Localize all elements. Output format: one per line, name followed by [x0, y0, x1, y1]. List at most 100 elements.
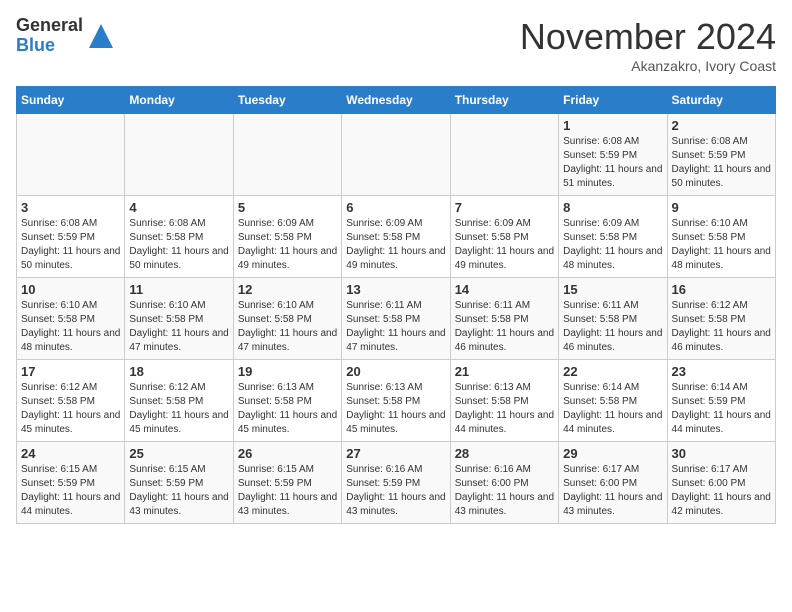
day-info: Sunrise: 6:14 AM Sunset: 5:59 PM Dayligh…	[672, 381, 771, 437]
day-number: 12	[238, 282, 337, 297]
day-info: Sunrise: 6:11 AM Sunset: 5:58 PM Dayligh…	[346, 299, 445, 355]
day-info: Sunrise: 6:10 AM Sunset: 5:58 PM Dayligh…	[238, 299, 337, 355]
title-block: November 2024 Akanzakro, Ivory Coast	[520, 16, 776, 74]
day-number: 25	[129, 446, 228, 461]
calendar-day-cell: 8 Sunrise: 6:09 AM Sunset: 5:58 PM Daylig…	[559, 196, 667, 278]
day-info: Sunrise: 6:09 AM Sunset: 5:58 PM Dayligh…	[455, 217, 554, 273]
days-of-week-row: SundayMondayTuesdayWednesdayThursdayFrid…	[17, 87, 776, 114]
calendar-day-cell: 12 Sunrise: 6:10 AM Sunset: 5:58 PM Dayli…	[233, 278, 341, 360]
day-info: Sunrise: 6:10 AM Sunset: 5:58 PM Dayligh…	[672, 217, 771, 273]
month-title: November 2024	[520, 16, 776, 58]
day-number: 19	[238, 364, 337, 379]
day-of-week-header: Wednesday	[342, 87, 450, 114]
day-info: Sunrise: 6:17 AM Sunset: 6:00 PM Dayligh…	[672, 463, 771, 519]
calendar-day-cell: 19 Sunrise: 6:13 AM Sunset: 5:58 PM Dayli…	[233, 360, 341, 442]
calendar-table: SundayMondayTuesdayWednesdayThursdayFrid…	[16, 86, 776, 524]
day-info: Sunrise: 6:14 AM Sunset: 5:58 PM Dayligh…	[563, 381, 662, 437]
day-of-week-header: Saturday	[667, 87, 775, 114]
calendar-header: SundayMondayTuesdayWednesdayThursdayFrid…	[17, 87, 776, 114]
calendar-day-cell: 29 Sunrise: 6:17 AM Sunset: 6:00 PM Dayli…	[559, 442, 667, 524]
day-number: 22	[563, 364, 662, 379]
day-info: Sunrise: 6:11 AM Sunset: 5:58 PM Dayligh…	[455, 299, 554, 355]
page-header: General Blue November 2024 Akanzakro, Iv…	[16, 16, 776, 74]
day-number: 30	[672, 446, 771, 461]
calendar-week-row: 10 Sunrise: 6:10 AM Sunset: 5:58 PM Dayli…	[17, 278, 776, 360]
location-subtitle: Akanzakro, Ivory Coast	[520, 58, 776, 74]
calendar-week-row: 3 Sunrise: 6:08 AM Sunset: 5:59 PM Daylig…	[17, 196, 776, 278]
day-number: 3	[21, 200, 120, 215]
day-number: 11	[129, 282, 228, 297]
day-info: Sunrise: 6:16 AM Sunset: 6:00 PM Dayligh…	[455, 463, 554, 519]
day-info: Sunrise: 6:10 AM Sunset: 5:58 PM Dayligh…	[21, 299, 120, 355]
calendar-day-cell	[17, 114, 125, 196]
calendar-day-cell: 30 Sunrise: 6:17 AM Sunset: 6:00 PM Dayli…	[667, 442, 775, 524]
calendar-day-cell: 2 Sunrise: 6:08 AM Sunset: 5:59 PM Daylig…	[667, 114, 775, 196]
day-number: 1	[563, 118, 662, 133]
day-info: Sunrise: 6:08 AM Sunset: 5:59 PM Dayligh…	[21, 217, 120, 273]
calendar-day-cell: 3 Sunrise: 6:08 AM Sunset: 5:59 PM Daylig…	[17, 196, 125, 278]
day-info: Sunrise: 6:12 AM Sunset: 5:58 PM Dayligh…	[129, 381, 228, 437]
day-info: Sunrise: 6:17 AM Sunset: 6:00 PM Dayligh…	[563, 463, 662, 519]
day-info: Sunrise: 6:09 AM Sunset: 5:58 PM Dayligh…	[238, 217, 337, 273]
day-info: Sunrise: 6:08 AM Sunset: 5:58 PM Dayligh…	[129, 217, 228, 273]
day-number: 26	[238, 446, 337, 461]
day-of-week-header: Thursday	[450, 87, 558, 114]
calendar-day-cell	[125, 114, 233, 196]
calendar-day-cell: 26 Sunrise: 6:15 AM Sunset: 5:59 PM Dayli…	[233, 442, 341, 524]
calendar-week-row: 17 Sunrise: 6:12 AM Sunset: 5:58 PM Dayli…	[17, 360, 776, 442]
logo: General Blue	[16, 16, 115, 56]
logo-general-text: General	[16, 16, 83, 36]
calendar-day-cell: 17 Sunrise: 6:12 AM Sunset: 5:58 PM Dayli…	[17, 360, 125, 442]
calendar-day-cell	[450, 114, 558, 196]
calendar-day-cell: 25Sunrise: 6:15 AM Sunset: 5:59 PM Dayli…	[125, 442, 233, 524]
calendar-body: 1 Sunrise: 6:08 AM Sunset: 5:59 PM Daylig…	[17, 114, 776, 524]
day-of-week-header: Sunday	[17, 87, 125, 114]
calendar-week-row: 1 Sunrise: 6:08 AM Sunset: 5:59 PM Daylig…	[17, 114, 776, 196]
day-number: 2	[672, 118, 771, 133]
calendar-day-cell: 24Sunrise: 6:15 AM Sunset: 5:59 PM Dayli…	[17, 442, 125, 524]
day-number: 6	[346, 200, 445, 215]
day-number: 8	[563, 200, 662, 215]
calendar-day-cell: 1 Sunrise: 6:08 AM Sunset: 5:59 PM Daylig…	[559, 114, 667, 196]
day-info: Sunrise: 6:09 AM Sunset: 5:58 PM Dayligh…	[563, 217, 662, 273]
day-number: 9	[672, 200, 771, 215]
day-info: Sunrise: 6:08 AM Sunset: 5:59 PM Dayligh…	[672, 135, 771, 191]
day-number: 29	[563, 446, 662, 461]
day-info: Sunrise: 6:13 AM Sunset: 5:58 PM Dayligh…	[238, 381, 337, 437]
day-info: Sunrise: 6:13 AM Sunset: 5:58 PM Dayligh…	[346, 381, 445, 437]
calendar-day-cell: 14 Sunrise: 6:11 AM Sunset: 5:58 PM Dayli…	[450, 278, 558, 360]
day-number: 18	[129, 364, 228, 379]
day-number: 17	[21, 364, 120, 379]
calendar-day-cell: 18 Sunrise: 6:12 AM Sunset: 5:58 PM Dayli…	[125, 360, 233, 442]
day-of-week-header: Friday	[559, 87, 667, 114]
calendar-day-cell: 9 Sunrise: 6:10 AM Sunset: 5:58 PM Daylig…	[667, 196, 775, 278]
day-info: Sunrise: 6:15 AM Sunset: 5:59 PM Dayligh…	[238, 463, 337, 519]
day-of-week-header: Tuesday	[233, 87, 341, 114]
calendar-day-cell	[342, 114, 450, 196]
day-number: 23	[672, 364, 771, 379]
day-number: 21	[455, 364, 554, 379]
day-number: 4	[129, 200, 228, 215]
day-info: Sunrise: 6:08 AM Sunset: 5:59 PM Dayligh…	[563, 135, 662, 191]
day-info: Sunrise: 6:16 AM Sunset: 5:59 PM Dayligh…	[346, 463, 445, 519]
calendar-day-cell: 5Sunrise: 6:09 AM Sunset: 5:58 PM Daylig…	[233, 196, 341, 278]
day-info: Sunrise: 6:12 AM Sunset: 5:58 PM Dayligh…	[21, 381, 120, 437]
day-number: 13	[346, 282, 445, 297]
calendar-day-cell	[233, 114, 341, 196]
day-number: 15	[563, 282, 662, 297]
calendar-day-cell: 7Sunrise: 6:09 AM Sunset: 5:58 PM Daylig…	[450, 196, 558, 278]
day-info: Sunrise: 6:15 AM Sunset: 5:59 PM Dayligh…	[21, 463, 120, 519]
calendar-day-cell: 20Sunrise: 6:13 AM Sunset: 5:58 PM Dayli…	[342, 360, 450, 442]
calendar-day-cell: 15Sunrise: 6:11 AM Sunset: 5:58 PM Dayli…	[559, 278, 667, 360]
day-number: 10	[21, 282, 120, 297]
day-info: Sunrise: 6:10 AM Sunset: 5:58 PM Dayligh…	[129, 299, 228, 355]
calendar-day-cell: 16Sunrise: 6:12 AM Sunset: 5:58 PM Dayli…	[667, 278, 775, 360]
calendar-day-cell: 13 Sunrise: 6:11 AM Sunset: 5:58 PM Dayli…	[342, 278, 450, 360]
day-number: 14	[455, 282, 554, 297]
calendar-day-cell: 21Sunrise: 6:13 AM Sunset: 5:58 PM Dayli…	[450, 360, 558, 442]
calendar-day-cell: 28Sunrise: 6:16 AM Sunset: 6:00 PM Dayli…	[450, 442, 558, 524]
calendar-day-cell: 11 Sunrise: 6:10 AM Sunset: 5:58 PM Dayli…	[125, 278, 233, 360]
day-number: 27	[346, 446, 445, 461]
calendar-day-cell: 4 Sunrise: 6:08 AM Sunset: 5:58 PM Daylig…	[125, 196, 233, 278]
day-info: Sunrise: 6:09 AM Sunset: 5:58 PM Dayligh…	[346, 217, 445, 273]
